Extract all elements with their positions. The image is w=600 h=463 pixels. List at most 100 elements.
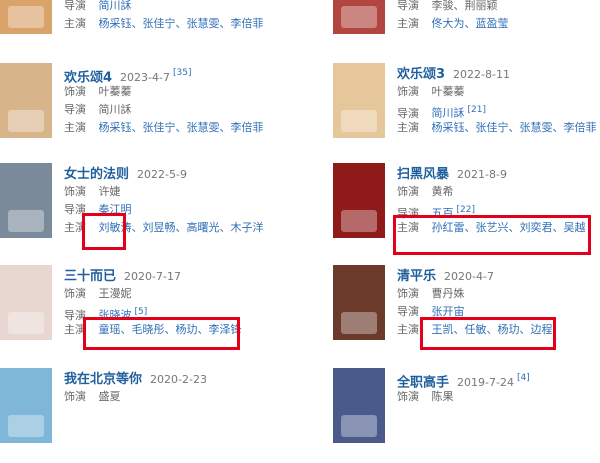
citation-ref[interactable]: [4]: [517, 373, 530, 383]
cast-link[interactable]: 高曙光: [187, 221, 220, 234]
drama-title[interactable]: 清平乐: [397, 269, 436, 284]
drama-poster[interactable]: [0, 63, 52, 138]
drama-card: 全职高手 2019-7-24 [4] 饰演 陈果: [333, 368, 600, 463]
role-label: 饰演: [64, 287, 86, 300]
cast-label: 主演: [64, 17, 86, 30]
role-name: 叶蓁蓁: [98, 85, 132, 98]
cast-link[interactable]: 李倍菲: [231, 121, 264, 134]
drama-poster[interactable]: [333, 368, 385, 443]
role-label: 饰演: [397, 85, 419, 98]
director-link[interactable]: 简川訸: [432, 107, 465, 120]
cast-link[interactable]: 蓝盈莹: [476, 17, 509, 30]
cast-label: 主演: [64, 121, 86, 134]
drama-title[interactable]: 我在北京等你: [64, 372, 142, 387]
drama-info: 欢乐颂3 2022-8-11 饰演 叶蓁蓁 导演 简川訸 [21] 主演 杨采钰、张…: [397, 63, 600, 137]
role-row: 饰演 叶蓁蓁: [397, 83, 600, 101]
highlight-box: [420, 317, 556, 350]
cast-link[interactable]: 张慧雯: [187, 121, 220, 134]
cast-link[interactable]: 杨采钰: [432, 121, 465, 134]
cast-row: 主演 杨采钰、张佳宁、张慧雯、李倍菲: [64, 121, 264, 134]
drama-info: 欢乐颂4 2023-4-7 [35] 饰演 叶蓁蓁 导演 简川訸 主演 杨采钰、张佳…: [64, 63, 290, 137]
role-label: 饰演: [64, 390, 86, 403]
drama-card: 欢乐颂4 2023-4-7 [35] 饰演 叶蓁蓁 导演 简川訸 主演 杨采钰、张佳…: [0, 63, 290, 158]
role-label: 饰演: [64, 185, 86, 198]
role-label: 饰演: [397, 390, 419, 403]
drama-poster[interactable]: [0, 368, 52, 443]
drama-info: 导演 李骏、荆丽颖 主演 佟大为、蓝盈莹: [397, 0, 600, 33]
director-row: 导演 李骏、荆丽颖: [397, 0, 600, 15]
release-date: 2019-7-24: [457, 376, 514, 390]
director-link[interactable]: 简川訸: [99, 0, 132, 12]
cast-label: 主演: [397, 17, 419, 30]
role-name: 黄希: [431, 185, 454, 198]
drama-poster[interactable]: [333, 163, 385, 238]
cast-link[interactable]: 张佳宁: [143, 17, 176, 30]
role-label: 饰演: [397, 287, 419, 300]
drama-card: 女士的法则 2022-5-9 饰演 许婕 导演 秦江明 主演 刘敏涛、刘昱畅、高曙…: [0, 163, 290, 258]
cast-link[interactable]: 张慧雯: [520, 121, 553, 134]
citation-ref[interactable]: [21]: [468, 105, 486, 115]
cast-link[interactable]: 佟大为: [432, 17, 465, 30]
role-label: 饰演: [397, 185, 419, 198]
cast-row: 主演 杨采钰、张佳宁、张慧雯、李倍菲: [397, 121, 597, 134]
release-date: 2022-8-11: [453, 68, 510, 81]
release-date: 2020-7-17: [124, 270, 181, 283]
highlight-box: [83, 317, 240, 350]
cast-link[interactable]: 杨采钰: [99, 17, 132, 30]
drama-poster[interactable]: [0, 0, 52, 34]
citation-ref[interactable]: [5]: [135, 307, 148, 317]
cast-link[interactable]: 李倍菲: [231, 17, 264, 30]
role-row: 饰演 王漫妮: [64, 285, 290, 303]
role-row: 饰演 叶蓁蓁: [64, 83, 290, 101]
drama-poster[interactable]: [333, 265, 385, 340]
drama-card: 欢乐颂3 2022-8-11 饰演 叶蓁蓁 导演 简川訸 [21] 主演 杨采钰、张…: [333, 63, 600, 158]
cast-link[interactable]: 张佳宁: [143, 121, 176, 134]
director-label: 导演: [397, 305, 419, 318]
drama-card: 导演 简川訸 主演 杨采钰、张佳宁、张慧雯、李倍菲: [0, 0, 290, 54]
drama-poster[interactable]: [333, 0, 385, 34]
highlight-box: [82, 213, 126, 250]
director-label: 导演: [64, 0, 86, 12]
role-name: 叶蓁蓁: [431, 85, 465, 98]
cast-link[interactable]: 张慧雯: [187, 17, 220, 30]
role-row: 饰演 陈果: [397, 388, 600, 406]
cast-row: 主演 杨采钰、张佳宁、张慧雯、李倍菲: [64, 17, 264, 30]
cast-label: 主演: [397, 323, 419, 336]
drama-info: 全职高手 2019-7-24 [4] 饰演 陈果: [397, 368, 600, 406]
drama-poster[interactable]: [333, 63, 385, 138]
cast-label: 主演: [397, 121, 419, 134]
cast-link[interactable]: 李倍菲: [564, 121, 597, 134]
director-row: 导演 简川訸: [64, 101, 290, 119]
drama-title[interactable]: 扫黑风暴: [397, 167, 449, 182]
director-name: 李骏、荆丽颖: [431, 0, 498, 12]
role-row: 饰演 黄希: [397, 183, 600, 201]
release-date: 2021-8-9: [457, 168, 507, 181]
drama-title[interactable]: 欢乐颂3: [397, 67, 445, 82]
director-label: 导演: [397, 0, 419, 12]
cast-link[interactable]: 杨采钰: [99, 121, 132, 134]
drama-title[interactable]: 三十而已: [64, 269, 116, 284]
drama-title[interactable]: 女士的法则: [64, 167, 129, 182]
director-row: 导演 简川訸: [64, 0, 290, 15]
director-name: 简川訸: [98, 103, 132, 116]
cast-link[interactable]: 张佳宁: [476, 121, 509, 134]
cast-link[interactable]: 刘昱畅: [143, 221, 176, 234]
role-row: 饰演 曹丹姝: [397, 285, 600, 303]
drama-card: 导演 李骏、荆丽颖 主演 佟大为、蓝盈莹: [333, 0, 600, 54]
highlight-box: [393, 215, 591, 255]
citation-ref[interactable]: [22]: [457, 205, 475, 215]
role-row: 饰演 盛夏: [64, 388, 290, 406]
release-date: 2020-4-7: [444, 270, 494, 283]
role-name: 盛夏: [98, 390, 121, 403]
drama-info: 导演 简川訸 主演 杨采钰、张佳宁、张慧雯、李倍菲: [64, 0, 290, 33]
release-date: 2020-2-23: [150, 373, 207, 386]
citation-ref[interactable]: [35]: [173, 68, 191, 78]
drama-card: 我在北京等你 2020-2-23 饰演 盛夏: [0, 368, 290, 463]
role-name: 王漫妮: [98, 287, 132, 300]
drama-poster[interactable]: [0, 163, 52, 238]
director-label: 导演: [397, 106, 419, 120]
director-label: 导演: [64, 103, 86, 116]
drama-poster[interactable]: [0, 265, 52, 340]
cast-link[interactable]: 木子洋: [231, 221, 264, 234]
drama-info: 我在北京等你 2020-2-23 饰演 盛夏: [64, 368, 290, 406]
